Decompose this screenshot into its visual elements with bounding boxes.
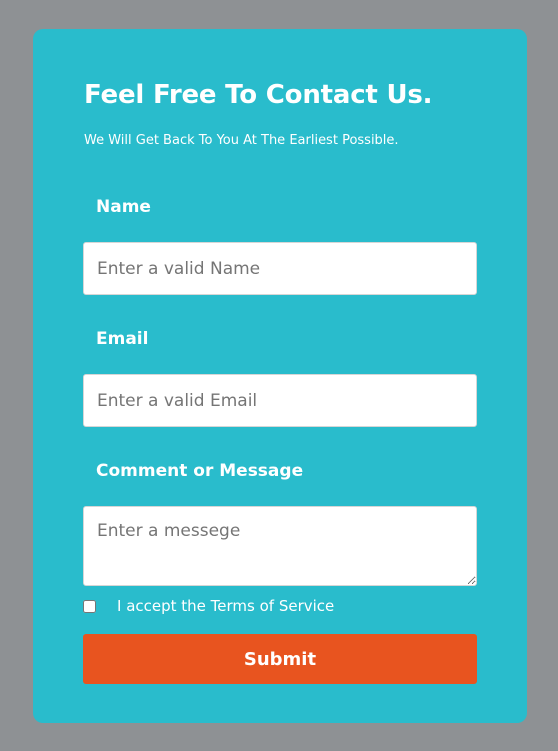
name-label: Name: [96, 197, 151, 217]
contact-card: Feel Free To Contact Us. We Will Get Bac…: [33, 29, 527, 723]
form-title: Feel Free To Contact Us.: [84, 80, 433, 110]
terms-row: I accept the Terms of Service: [83, 595, 334, 617]
email-input[interactable]: [83, 374, 477, 427]
message-label: Comment or Message: [96, 461, 304, 481]
submit-button[interactable]: Submit: [83, 634, 477, 684]
message-textarea[interactable]: [83, 506, 477, 586]
terms-label: I accept the Terms of Service: [117, 597, 335, 615]
terms-checkbox[interactable]: [83, 599, 96, 613]
name-input[interactable]: [83, 242, 477, 295]
form-subtitle: We Will Get Back To You At The Earliest …: [84, 133, 399, 148]
email-label: Email: [96, 329, 149, 349]
